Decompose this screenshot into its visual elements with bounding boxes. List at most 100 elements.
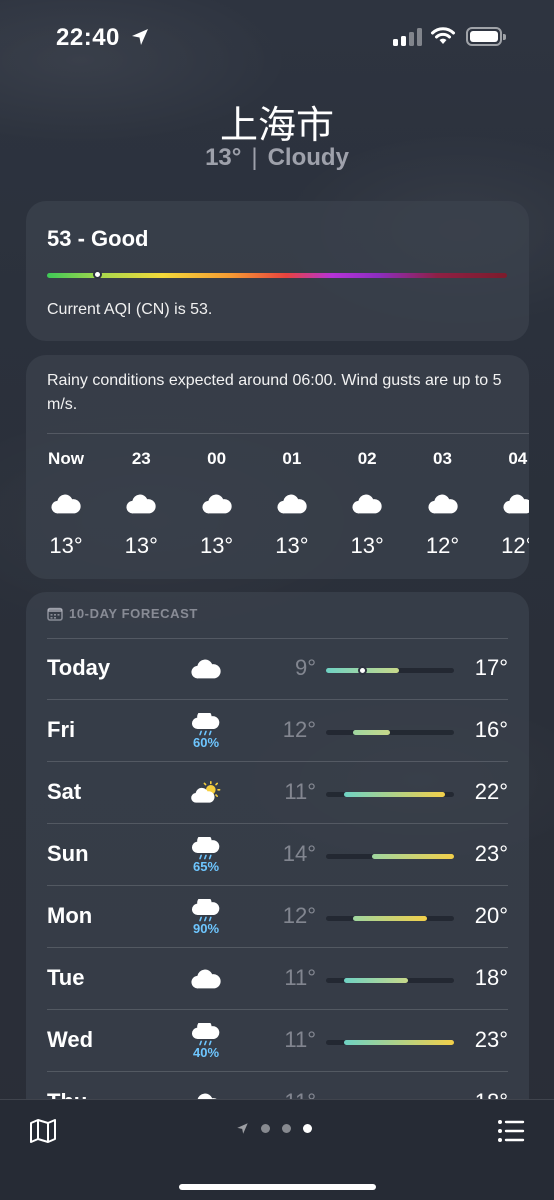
forecast-day-row[interactable]: Sat 11° 22° [47, 762, 508, 824]
aqi-title: 53 - Good [47, 226, 149, 251]
hour-label: 00 [207, 449, 227, 468]
forecast-day-row[interactable]: Tue 11° 18° [47, 948, 508, 1010]
map-icon[interactable] [28, 1116, 58, 1146]
temp-range-bar [326, 666, 454, 675]
temp-range-fill [344, 978, 409, 983]
hour-label: Now [48, 449, 84, 468]
hourly-summary: Rainy conditions expected around 06:00. … [47, 372, 502, 413]
temp-range-fill [344, 792, 445, 797]
city-name: 上海市 [219, 103, 334, 147]
high-temp: 22° [474, 779, 508, 804]
precip-chance: 40% [192, 1044, 220, 1060]
high-temp: 18° [474, 965, 508, 990]
precip-chance: 90% [192, 920, 220, 936]
current-condition: Cloudy [267, 144, 349, 171]
high-temp: 16° [474, 717, 508, 742]
cloud-rain-icon: 65% [181, 830, 231, 880]
low-temp: 11° [284, 1027, 316, 1052]
hourly-item: 03 12° [413, 449, 473, 559]
cloud-icon [181, 644, 231, 694]
hour-temp: 12° [501, 533, 529, 558]
status-bar: 22:40 [0, 0, 554, 76]
low-temp: 14° [282, 841, 316, 866]
forecast-day-row[interactable]: Fri 60% 12° 16° [47, 700, 508, 762]
status-time: 22:40 [56, 24, 120, 51]
hourly-forecast-card[interactable]: Rainy conditions expected around 06:00. … [26, 355, 529, 579]
low-temp: 11° [284, 779, 316, 804]
ten-day-title: 10-DAY FORECAST [69, 606, 198, 621]
temp-range-bar [326, 792, 454, 797]
temp-range-bar [326, 916, 454, 921]
temp-range-fill [344, 1040, 454, 1045]
forecast-day-row[interactable]: Sun 65% 14° 23° [47, 824, 508, 886]
hourly-item: 01 13° [262, 449, 322, 559]
cloud-icon [262, 479, 322, 529]
page-dot [282, 1124, 291, 1133]
cloud-icon [337, 479, 397, 529]
hourly-item: 04 12° [488, 449, 529, 559]
ten-day-header: 10-DAY FORECAST [47, 606, 198, 621]
page-dot [261, 1124, 270, 1133]
hourly-item: 00 13° [187, 449, 247, 559]
hour-temp: 13° [199, 533, 234, 558]
temp-range-fill [353, 916, 427, 921]
low-temp: 12° [282, 717, 316, 742]
current-temp-indicator [358, 666, 368, 675]
hour-temp: 13° [49, 533, 83, 558]
page-dot-active [303, 1124, 312, 1133]
location-arrow-icon [237, 1123, 248, 1134]
low-temp: 11° [284, 965, 316, 990]
hour-label: 23 [131, 449, 151, 468]
current-conditions: 13° | Cloudy [0, 144, 554, 172]
location-arrow-icon [132, 29, 148, 45]
battery-icon [466, 27, 506, 46]
temp-range-fill [371, 854, 454, 859]
hourly-item: 23 13° [111, 449, 171, 559]
day-name: Fri [47, 717, 76, 742]
high-temp: 23° [474, 1027, 508, 1052]
high-temp: 17° [474, 655, 508, 680]
day-name: Sun [47, 841, 89, 866]
precip-chance: 65% [192, 858, 220, 874]
current-temp: 13° [205, 144, 242, 171]
temp-range-fill [353, 730, 390, 735]
temp-range-bar [326, 1040, 454, 1045]
hour-label: 04 [508, 449, 528, 468]
aqi-description: Current AQI (CN) is 53. [47, 301, 213, 318]
forecast-day-row[interactable]: Today 9° 17° [47, 638, 508, 700]
divider [47, 433, 529, 434]
air-quality-card[interactable]: 53 - Good Current AQI (CN) is 53. [26, 201, 529, 341]
day-name: Wed [47, 1027, 94, 1052]
hourly-item: Now 13° [36, 449, 96, 559]
hour-label: 02 [357, 449, 377, 468]
hour-label: 01 [282, 449, 302, 468]
wifi-icon [431, 27, 455, 44]
high-temp: 20° [474, 903, 508, 928]
separator: | [251, 144, 258, 171]
forecast-day-row[interactable]: Mon 90% 12° 20° [47, 886, 508, 948]
aqi-scale-bar [47, 270, 507, 279]
temp-range-bar [326, 730, 454, 735]
cloud-icon [413, 479, 473, 529]
forecast-day-row[interactable]: Wed 40% 11° 23° [47, 1010, 508, 1072]
cloud-icon [181, 954, 231, 1004]
high-temp: 23° [474, 841, 508, 866]
day-name: Mon [47, 903, 93, 928]
page-indicator[interactable] [236, 1122, 312, 1135]
day-name: Sat [47, 779, 82, 804]
temp-range-bar [326, 978, 454, 983]
precip-chance: 60% [192, 734, 220, 750]
cloud-rain-icon: 90% [181, 892, 231, 942]
home-indicator [179, 1184, 376, 1190]
cloud-rain-icon: 40% [181, 1016, 231, 1066]
calendar-icon [47, 607, 63, 621]
low-temp: 12° [282, 903, 316, 928]
cloud-icon [187, 479, 247, 529]
cloud-icon [488, 479, 529, 529]
hourly-item: 02 13° [337, 449, 397, 559]
hour-temp: 12° [425, 533, 460, 558]
hour-temp: 13° [275, 533, 309, 558]
hour-temp: 13° [350, 533, 384, 558]
list-icon[interactable] [496, 1116, 526, 1146]
hour-label: 03 [433, 449, 452, 468]
